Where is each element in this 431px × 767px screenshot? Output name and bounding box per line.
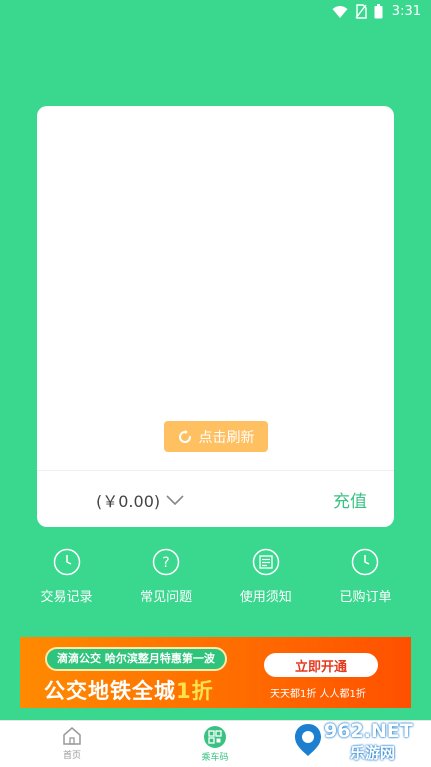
card-divider <box>37 470 394 471</box>
nav-label: 乘车码 <box>201 753 229 763</box>
clock-icon <box>53 548 80 576</box>
action-transaction-records[interactable]: 交易记录 <box>17 548 116 605</box>
banner-headline: 公交地铁全城1折 <box>44 675 214 705</box>
banner-headline-text: 公交地铁全城 <box>44 679 176 703</box>
balance-amount: (￥0.00) <box>96 492 161 511</box>
promo-banner[interactable]: 滴滴公交 哈尔滨整月特惠第一波 公交地铁全城1折 立即开通 天天都1折 人人都1… <box>20 637 411 708</box>
refresh-button[interactable]: 点击刷新 <box>164 421 268 452</box>
banner-subtext: 天天都1折 人人都1折 <box>270 689 366 700</box>
action-faq[interactable]: ? 常见问题 <box>117 548 216 605</box>
banner-pill: 滴滴公交 哈尔滨整月特惠第一波 <box>45 647 227 671</box>
action-label: 已购订单 <box>339 590 392 605</box>
action-label: 常见问题 <box>140 590 193 605</box>
action-label: 交易记录 <box>40 590 93 605</box>
clock-icon <box>352 548 379 576</box>
refresh-label: 点击刷新 <box>198 429 255 446</box>
wifi-icon <box>332 5 348 18</box>
no-sim-icon <box>355 4 367 19</box>
chevron-down-icon <box>166 495 184 505</box>
banner-headline-highlight: 1折 <box>176 679 214 703</box>
watermark-name: 乐游网 <box>350 744 396 762</box>
action-label: 使用须知 <box>239 590 292 605</box>
nav-ride-code[interactable]: 乘车码 <box>185 726 245 763</box>
battery-icon <box>374 4 383 19</box>
status-time: 3:31 <box>391 4 421 19</box>
list-icon <box>252 548 280 576</box>
recharge-button[interactable]: 充值 <box>333 487 367 512</box>
nav-label: 首页 <box>62 751 81 761</box>
nav-home[interactable]: 首页 <box>42 726 102 761</box>
qr-code-card: 点击刷新 (￥0.00) 充值 <box>37 106 394 527</box>
watermark: 962.NET 乐游网 <box>292 716 428 764</box>
quick-actions: 交易记录 ? 常见问题 使用须知 已购订单 <box>17 548 415 605</box>
svg-text:?: ? <box>162 555 169 571</box>
home-icon <box>63 727 81 745</box>
status-bar: 3:31 <box>0 0 431 26</box>
balance-selector[interactable]: (￥0.00) <box>96 488 184 512</box>
refresh-icon <box>178 429 191 443</box>
watermark-site: 962.NET <box>324 720 413 742</box>
qr-code-icon <box>204 726 226 748</box>
action-usage-notes[interactable]: 使用须知 <box>216 548 315 605</box>
open-now-button[interactable]: 立即开通 <box>264 653 378 677</box>
watermark-logo-icon <box>295 724 321 756</box>
action-purchased-orders[interactable]: 已购订单 <box>316 548 415 605</box>
question-icon: ? <box>152 548 180 576</box>
